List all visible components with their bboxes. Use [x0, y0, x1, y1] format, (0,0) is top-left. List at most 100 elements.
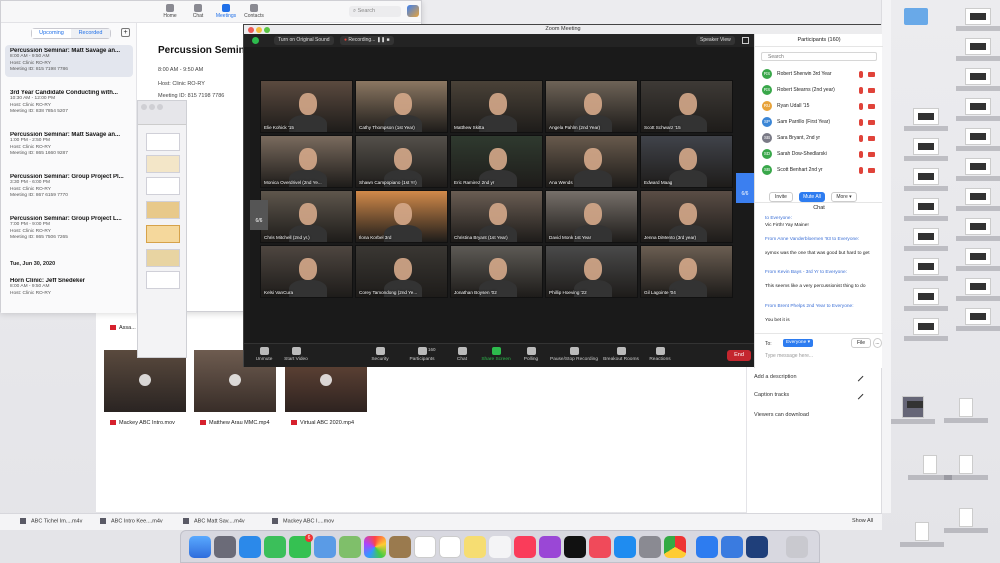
- desktop-screenshot[interactable]: [904, 168, 948, 191]
- news-icon[interactable]: [589, 536, 611, 558]
- mail-icon[interactable]: [314, 536, 336, 558]
- video-tile[interactable]: Corey Tamondong (2nd Ye...: [355, 245, 448, 298]
- desktop-screenshot[interactable]: [904, 198, 948, 221]
- video-tile[interactable]: Kelsi VanCura: [260, 245, 353, 298]
- next-page-button[interactable]: 6/6: [736, 173, 754, 203]
- search-input[interactable]: ⌕ Search: [349, 6, 401, 17]
- app-store-icon[interactable]: [614, 536, 636, 558]
- desktop-document-icon[interactable]: [944, 398, 988, 423]
- participant-row[interactable]: SB Sara Bryant, 2nd yr: [755, 130, 883, 146]
- video-tile[interactable]: Jonathan Boysen '02: [450, 245, 543, 298]
- pause-stop-recording-button[interactable]: Pause/Stop Recording: [546, 347, 602, 362]
- desktop-screenshot[interactable]: [956, 248, 1000, 271]
- minimize-icon[interactable]: [256, 27, 262, 33]
- participants-button[interactable]: Participants: [402, 347, 442, 362]
- notes-icon[interactable]: [464, 536, 486, 558]
- desktop-document-icon[interactable]: [900, 522, 944, 547]
- facetime-icon[interactable]: [264, 536, 286, 558]
- desktop-screenshot[interactable]: [904, 318, 948, 341]
- file-item[interactable]: Assa...: [110, 325, 136, 331]
- add-meeting-icon[interactable]: +: [121, 28, 130, 37]
- participant-row[interactable]: RU Ryan Udall '15: [755, 98, 883, 114]
- download-item[interactable]: Mackey ABC I....mov: [272, 518, 334, 524]
- video-tile[interactable]: Cathy Thompson (1st Year): [355, 80, 448, 133]
- contacts-app-icon[interactable]: [389, 536, 411, 558]
- reminders-icon[interactable]: [439, 536, 461, 558]
- prev-page-button[interactable]: 6/6: [250, 200, 268, 230]
- slide-thumbnail[interactable]: [146, 201, 180, 219]
- caption-tracks-label[interactable]: Caption tracks: [754, 392, 789, 398]
- file-name[interactable]: Mackey ABC Intro.mov: [110, 420, 175, 426]
- trash-icon[interactable]: [786, 536, 808, 558]
- slide-thumbnail[interactable]: [146, 133, 180, 151]
- freeform-icon[interactable]: [489, 536, 511, 558]
- pencil-icon[interactable]: [853, 389, 864, 400]
- desktop-document-icon[interactable]: [944, 455, 988, 480]
- desktop-screenshot[interactable]: [956, 308, 1000, 331]
- file-name[interactable]: Virtual ABC 2020.mp4: [291, 420, 354, 426]
- desktop-screenshot[interactable]: [956, 218, 1000, 241]
- slide-thumbnail[interactable]: [146, 271, 180, 289]
- desktop-screenshot[interactable]: [956, 98, 1000, 121]
- video-tile[interactable]: Angela Pahlm (2nd Year): [545, 80, 638, 133]
- desktop-screenshot[interactable]: [904, 288, 948, 311]
- finder-icon[interactable]: [189, 536, 211, 558]
- download-item[interactable]: ABC Intro Kee....m4v: [100, 518, 163, 524]
- video-tile[interactable]: Jenna DiMento (3rd year): [640, 190, 733, 243]
- show-all-button[interactable]: Show All: [852, 518, 873, 524]
- close-icon[interactable]: [248, 27, 254, 33]
- desktop-screenshot[interactable]: [904, 258, 948, 281]
- desktop-screenshot[interactable]: [956, 158, 1000, 181]
- podcasts-icon[interactable]: [539, 536, 561, 558]
- list-item[interactable]: Percussion Seminar: Matt Savage an... 8:…: [5, 45, 133, 77]
- share-screen-button[interactable]: Share Screen: [476, 347, 516, 362]
- nav-contacts[interactable]: Contacts: [240, 4, 268, 19]
- video-tile[interactable]: Scott Schwarz '15: [640, 80, 733, 133]
- video-tile[interactable]: Elie Kohick '15: [260, 80, 353, 133]
- desktop-screenshot[interactable]: [956, 188, 1000, 211]
- file-name[interactable]: Matthew Arau MMC.mp4: [200, 420, 270, 426]
- video-tile[interactable]: Christina Bryant (1st Year): [450, 190, 543, 243]
- desktop-screenshot[interactable]: [956, 38, 1000, 61]
- participant-row[interactable]: RS Robert Stearns (2nd year): [755, 82, 883, 98]
- participant-row[interactable]: RS Robert Sherwin 3rd Year: [755, 66, 883, 82]
- nav-home[interactable]: Home: [156, 4, 184, 19]
- security-button[interactable]: Security: [360, 347, 400, 362]
- chrome-icon[interactable]: [664, 536, 686, 558]
- list-item[interactable]: Percussion Seminar: Group Project Pl... …: [5, 171, 133, 203]
- video-tile[interactable]: Phillip Hoeving '22: [545, 245, 638, 298]
- chat-message-input[interactable]: Type message here...: [765, 353, 813, 359]
- shield-icon[interactable]: [252, 37, 259, 44]
- desktop-screenshot[interactable]: [904, 138, 948, 161]
- desktop-screenshot[interactable]: [904, 108, 948, 131]
- calendar-icon[interactable]: [414, 536, 436, 558]
- safari-icon[interactable]: [239, 536, 261, 558]
- slide-thumbnail[interactable]: [146, 155, 180, 173]
- maximize-icon[interactable]: [264, 27, 270, 33]
- slide-thumbnail[interactable]: [146, 177, 180, 195]
- nav-chat[interactable]: Chat: [184, 4, 212, 19]
- video-tile[interactable]: David Monk 1st Year: [545, 190, 638, 243]
- more-button[interactable]: More ▾: [831, 192, 857, 202]
- desktop-screenshot[interactable]: [956, 8, 1000, 31]
- messages-icon[interactable]: 6: [289, 534, 313, 558]
- music-icon[interactable]: [514, 536, 536, 558]
- apple-tv-icon[interactable]: [564, 536, 586, 558]
- folder-icon[interactable]: [904, 8, 928, 25]
- chat-more-button[interactable]: ...: [873, 338, 882, 348]
- list-item[interactable]: 3rd Year Candidate Conducting with... 10…: [5, 87, 133, 119]
- file-button[interactable]: File: [851, 338, 871, 348]
- nav-meetings[interactable]: Meetings: [212, 4, 240, 19]
- download-item[interactable]: ABC Tichel Im....m4v: [20, 518, 82, 524]
- launchpad-icon[interactable]: [214, 536, 236, 558]
- chat-recipient-select[interactable]: Everyone ▾: [783, 339, 813, 347]
- video-tile[interactable]: Shawn Campopiano (1st Yr): [355, 135, 448, 188]
- mute-all-button[interactable]: Mute All: [799, 192, 825, 202]
- video-tile[interactable]: Chris Mitchell (2nd yr.): [260, 190, 353, 243]
- desktop-screenshot[interactable]: [956, 128, 1000, 151]
- fullscreen-icon[interactable]: [742, 37, 749, 44]
- slide-thumbnail[interactable]: [146, 225, 180, 243]
- desktop-screenshot[interactable]: [904, 228, 948, 251]
- original-sound-button[interactable]: Turn on Original Sound: [274, 36, 334, 45]
- system-preferences-icon[interactable]: [639, 536, 661, 558]
